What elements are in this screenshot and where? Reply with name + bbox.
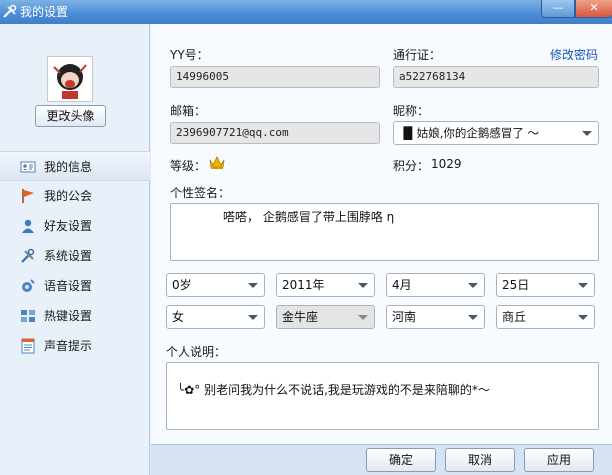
tools-icon <box>3 4 17 18</box>
chevron-down-icon <box>578 283 588 288</box>
province-select[interactable]: 河南 <box>386 305 485 329</box>
chevron-down-icon <box>248 315 258 320</box>
chevron-down-icon <box>358 315 368 320</box>
description-input[interactable]: ╰✿° 别老问我为什么不说话,我是玩游戏的不是来陪聊的*～ <box>166 362 599 430</box>
speaker-icon <box>22 279 35 292</box>
avatar-image <box>48 57 92 101</box>
nav-item-friend-settings[interactable]: 好友设置 <box>0 211 150 241</box>
nav-item-my-guild[interactable]: 我的公会 <box>0 181 150 211</box>
nav-label: 系统设置 <box>44 249 93 263</box>
nav-item-voice-settings[interactable]: 语音设置 <box>0 271 150 301</box>
ok-button[interactable]: 确定 <box>366 448 436 472</box>
yy-number-label: YY号： <box>170 48 209 62</box>
signature-input[interactable]: 嗒嗒， 企鹅感冒了带上围脖咯 η <box>170 203 599 261</box>
points-value: 1029 <box>431 157 462 171</box>
city-select[interactable]: 商丘 <box>496 305 595 329</box>
province-value: 河南 <box>392 310 417 324</box>
zodiac-select: 金牛座 <box>276 305 375 329</box>
description-label: 个人说明： <box>166 345 227 359</box>
change-avatar-button[interactable]: 更改头像 <box>35 105 106 127</box>
chevron-down-icon <box>468 315 478 320</box>
title-bar: 我的设置 — ✕ <box>0 0 612 24</box>
nav-label: 我的信息 <box>44 160 93 174</box>
month-value: 4月 <box>392 278 412 292</box>
sidebar: 更改头像 我的信息 我的公会 好友设置 系统设置 语音设置 热键设置 声音提示 <box>0 24 150 475</box>
yy-number-field: 14996005 <box>170 66 380 88</box>
nav-label: 语音设置 <box>44 279 93 293</box>
minimize-button[interactable]: — <box>541 0 575 18</box>
nickname-value: ▐▌姑娘,你的企鹅感冒了 ～ <box>399 126 539 140</box>
settings-panel: YY号： 14996005 通行证： 修改密码 a522768134 邮箱： 2… <box>151 24 612 444</box>
nickname-combobox[interactable]: ▐▌姑娘,你的企鹅感冒了 ～ <box>393 121 599 145</box>
level-label: 等级： <box>170 159 207 173</box>
zodiac-value: 金牛座 <box>282 310 319 324</box>
year-select[interactable]: 2011年 <box>276 273 375 297</box>
age-value: 0岁 <box>172 278 192 292</box>
passport-label: 通行证： <box>393 48 442 62</box>
user-icon <box>22 219 34 233</box>
email-label: 邮箱： <box>170 104 207 118</box>
keyboard-icon <box>21 310 35 322</box>
passport-field: a522768134 <box>393 66 599 88</box>
day-select[interactable]: 25日 <box>496 273 595 297</box>
chevron-down-icon <box>468 283 478 288</box>
gender-value: 女 <box>172 310 185 324</box>
flag-icon <box>22 189 34 203</box>
nav-label: 我的公会 <box>44 189 93 203</box>
nav-label: 好友设置 <box>44 219 93 233</box>
nav-item-sound-notice[interactable]: 声音提示 <box>0 331 150 361</box>
window-title: 我的设置 <box>20 5 69 19</box>
signature-text: 嗒嗒， 企鹅感冒了带上围脖咯 η <box>223 210 395 224</box>
year-value: 2011年 <box>282 278 325 292</box>
chevron-down-icon <box>248 283 258 288</box>
nav-label: 热键设置 <box>44 309 93 323</box>
nav-item-hotkey-settings[interactable]: 热键设置 <box>0 301 150 331</box>
chevron-down-icon[interactable] <box>582 131 592 136</box>
id-card-icon <box>20 161 36 173</box>
description-text: ╰✿° 别老问我为什么不说话,我是玩游戏的不是来陪聊的*～ <box>177 383 490 397</box>
notice-icon <box>21 338 35 354</box>
nav-item-system-settings[interactable]: 系统设置 <box>0 241 150 271</box>
crown-icon <box>209 156 225 169</box>
settings-nav: 我的信息 我的公会 好友设置 系统设置 语音设置 热键设置 声音提示 <box>0 151 150 361</box>
month-select[interactable]: 4月 <box>386 273 485 297</box>
nickname-label: 昵称： <box>393 104 430 118</box>
nav-item-my-info[interactable]: 我的信息 <box>0 151 150 181</box>
avatar[interactable] <box>47 56 93 102</box>
cancel-button[interactable]: 取消 <box>445 448 515 472</box>
gender-select[interactable]: 女 <box>166 305 265 329</box>
age-select[interactable]: 0岁 <box>166 273 265 297</box>
signature-label: 个性签名： <box>170 186 231 200</box>
chevron-down-icon <box>578 315 588 320</box>
nav-label: 声音提示 <box>44 339 93 353</box>
apply-button[interactable]: 应用 <box>524 448 594 472</box>
close-button[interactable]: ✕ <box>575 0 612 18</box>
day-value: 25日 <box>502 278 530 292</box>
email-field: 2396907721@qq.com <box>170 122 380 144</box>
chevron-down-icon <box>358 283 368 288</box>
change-password-link[interactable]: 修改密码 <box>550 46 598 63</box>
points-label: 积分： <box>393 159 430 173</box>
city-value: 商丘 <box>502 310 527 324</box>
tools-icon <box>21 248 35 263</box>
